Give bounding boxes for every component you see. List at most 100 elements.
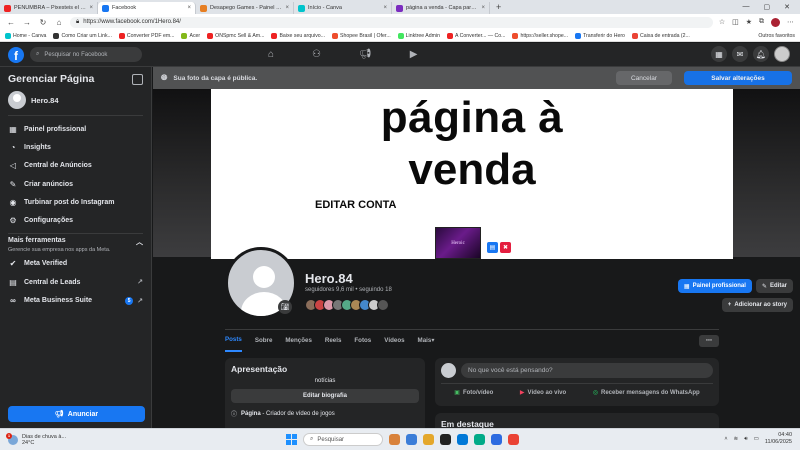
browser-tab[interactable]: Início - Canva × bbox=[294, 2, 392, 14]
bookmark-item[interactable]: Linktree Admin bbox=[397, 32, 440, 39]
browser-tab[interactable]: Facebook × bbox=[98, 2, 196, 14]
friends-nav-icon[interactable]: ⚇ bbox=[312, 49, 321, 60]
menu-grid-icon[interactable]: ▦ bbox=[711, 46, 727, 62]
bookmark-item[interactable]: Home - Canva bbox=[5, 32, 46, 39]
windows-start-icon[interactable] bbox=[286, 434, 297, 445]
notifications-bell-icon[interactable]: 🔔︎ bbox=[753, 46, 769, 62]
favorites-icon[interactable]: ★ bbox=[746, 18, 752, 26]
sidebar-item[interactable]: ◉ Turbinar post do Instagram bbox=[8, 193, 143, 211]
account-avatar[interactable] bbox=[774, 46, 790, 62]
tab-close-icon[interactable]: × bbox=[481, 5, 485, 11]
browser-menu-icon[interactable]: ⋯ bbox=[787, 18, 794, 26]
split-screen-icon[interactable]: ◫ bbox=[732, 18, 739, 26]
more-options-button[interactable]: ⋯ bbox=[699, 334, 719, 347]
weather-widget[interactable]: 1 Dias de chuva à... 24°C bbox=[0, 432, 120, 446]
bookmark-item[interactable]: Como Criar um Link... bbox=[53, 32, 112, 39]
follower-avatars[interactable] bbox=[305, 299, 389, 311]
close-window-icon[interactable]: ✕ bbox=[784, 3, 790, 11]
professional-dashboard-button[interactable]: ▦ Painel profissional bbox=[677, 279, 752, 293]
profile-tab[interactable]: Menções bbox=[285, 330, 311, 352]
live-video-button[interactable]: ▶ Vídeo ao vivo bbox=[520, 389, 566, 397]
camera-icon[interactable]: 📷︎ bbox=[278, 300, 292, 314]
browser-tab[interactable]: página a venda - Capa para Faceb...× bbox=[392, 2, 490, 14]
bookmark-item[interactable]: Shopee Brasil | Ofer... bbox=[332, 32, 391, 39]
messenger-icon[interactable]: ✉ bbox=[732, 46, 748, 62]
taskbar-app-icon[interactable] bbox=[389, 434, 400, 445]
profile-tab[interactable]: Vídeos bbox=[384, 330, 404, 352]
bookmark-other-favorites[interactable]: Outros favoritos bbox=[756, 33, 795, 39]
save-changes-button[interactable]: Salvar alterações bbox=[684, 71, 792, 85]
edit-button[interactable]: ✎ Editar bbox=[755, 279, 793, 293]
cover-photo[interactable]: página à venda EDITAR CONTA Heroic ▤ ✖ bbox=[211, 89, 733, 259]
tab-close-icon[interactable]: × bbox=[187, 5, 191, 11]
new-tab-button[interactable]: + bbox=[490, 2, 507, 12]
megaphone-nav-icon[interactable]: 📢︎ bbox=[359, 49, 372, 60]
reload-icon[interactable]: ↻ bbox=[38, 18, 48, 27]
switch-view-icon[interactable] bbox=[132, 73, 143, 85]
tab-close-icon[interactable]: × bbox=[383, 5, 387, 11]
browser-tab[interactable]: Desapego Games - Painel + Cont...× bbox=[196, 2, 294, 14]
bookmark-item[interactable]: ONSpmc Sell & Am... bbox=[207, 32, 264, 39]
sidebar-item[interactable]: ⚙ Configurações bbox=[8, 211, 143, 229]
bookmark-item[interactable]: Acer bbox=[181, 32, 200, 39]
add-to-story-button[interactable]: + Adicionar ao story bbox=[721, 298, 793, 312]
bookmark-item[interactable]: Transferir do Hero bbox=[575, 32, 625, 39]
network-icon[interactable]: ≋ bbox=[734, 436, 739, 442]
sidebar-item[interactable]: ▦ Painel profissional bbox=[8, 120, 143, 138]
taskbar-search[interactable]: ⌕ Pesquisar bbox=[303, 433, 383, 446]
battery-icon[interactable]: ▭ bbox=[754, 436, 759, 442]
sidebar-tool-item[interactable]: ▤ Central de Leads ↗ bbox=[8, 273, 143, 291]
home-nav-icon[interactable]: ⌂ bbox=[268, 49, 274, 60]
bookmark-item[interactable]: Caixa de entrada (2... bbox=[631, 32, 690, 39]
taskbar-app-icon[interactable] bbox=[474, 434, 485, 445]
collections-icon[interactable]: ⧉ bbox=[759, 18, 764, 26]
taskbar-app-icon[interactable] bbox=[406, 434, 417, 445]
forward-icon[interactable]: → bbox=[22, 18, 32, 27]
profile-tab[interactable]: Reels bbox=[325, 330, 342, 352]
taskbar-app-icon[interactable] bbox=[440, 434, 451, 445]
browser-profile-avatar[interactable] bbox=[771, 17, 780, 27]
facebook-logo[interactable]: f bbox=[8, 46, 24, 63]
volume-icon[interactable]: 🔊︎ bbox=[744, 436, 747, 443]
maximize-icon[interactable]: ▢ bbox=[764, 3, 771, 11]
clock[interactable]: 04:40 11/06/2025 bbox=[765, 432, 792, 446]
sidebar-item[interactable]: ✎ Criar anúncios bbox=[8, 175, 143, 193]
sidebar-item[interactable]: ◔ Insights bbox=[8, 138, 143, 156]
taskbar-app-icon[interactable] bbox=[491, 434, 502, 445]
profile-stats[interactable]: seguidores 9,6 mil • seguindo 18 bbox=[305, 287, 392, 293]
minimize-icon[interactable]: — bbox=[743, 3, 750, 11]
taskbar-app-icon[interactable] bbox=[457, 434, 468, 445]
more-tools-header[interactable]: Mais ferramentas ︿ bbox=[8, 237, 143, 247]
composer-input[interactable]: No que você está pensando? bbox=[461, 363, 713, 378]
profile-tab[interactable]: Posts bbox=[225, 330, 242, 352]
sidebar-item[interactable]: ◁ Central de Anúncios bbox=[8, 157, 143, 175]
bookmark-item[interactable]: A Converter... — Co... bbox=[447, 32, 505, 39]
edit-bio-button[interactable]: Editar biografia bbox=[231, 389, 419, 403]
profile-tab[interactable]: Sobre bbox=[255, 330, 273, 352]
sidebar-tool-item[interactable]: ∞ Meta Business Suite 5 ↗ bbox=[8, 291, 143, 309]
whatsapp-button[interactable]: ◎ Receber mensagens do WhatsApp bbox=[593, 389, 700, 397]
bookmark-item[interactable]: Converter PDF em... bbox=[118, 32, 174, 39]
bookmark-item[interactable]: Baixe seu arquivo... bbox=[271, 32, 325, 39]
tab-close-icon[interactable]: × bbox=[89, 5, 93, 11]
bookmark-item[interactable]: https://seller.shope... bbox=[512, 32, 568, 39]
advertise-button[interactable]: 📢︎ Anunciar bbox=[8, 406, 145, 422]
tray-chevron-icon[interactable]: ˄ bbox=[724, 436, 727, 442]
profile-tab[interactable]: Mais ▾ bbox=[418, 330, 435, 352]
favorite-star-icon[interactable]: ☆ bbox=[719, 18, 725, 26]
watch-nav-icon[interactable]: ▶ bbox=[410, 49, 418, 60]
profile-tab[interactable]: Fotos bbox=[354, 330, 371, 352]
facebook-search-input[interactable]: ⌕ Pesquisar no Facebook bbox=[30, 47, 142, 62]
taskbar-app-icon[interactable] bbox=[423, 434, 434, 445]
photo-video-button[interactable]: ▣ Foto/vídeo bbox=[454, 389, 493, 397]
cancel-button[interactable]: Cancelar bbox=[616, 71, 672, 85]
home-icon[interactable]: ⌂ bbox=[54, 18, 64, 27]
sidebar-tool-item[interactable]: ✔ Meta Verified bbox=[8, 255, 143, 273]
url-field[interactable]: 🔒︎ https://www.facebook.com/1Hero.84/ bbox=[70, 16, 713, 28]
sidebar-page-switcher[interactable]: Hero.84 bbox=[8, 91, 143, 116]
tab-favicon-icon bbox=[298, 4, 305, 12]
taskbar-app-icon[interactable] bbox=[508, 434, 519, 445]
tab-close-icon[interactable]: × bbox=[285, 5, 289, 11]
browser-tab[interactable]: PENUMBRA – Pixesteis el vi... × bbox=[0, 2, 98, 14]
back-icon[interactable]: ← bbox=[6, 18, 16, 27]
